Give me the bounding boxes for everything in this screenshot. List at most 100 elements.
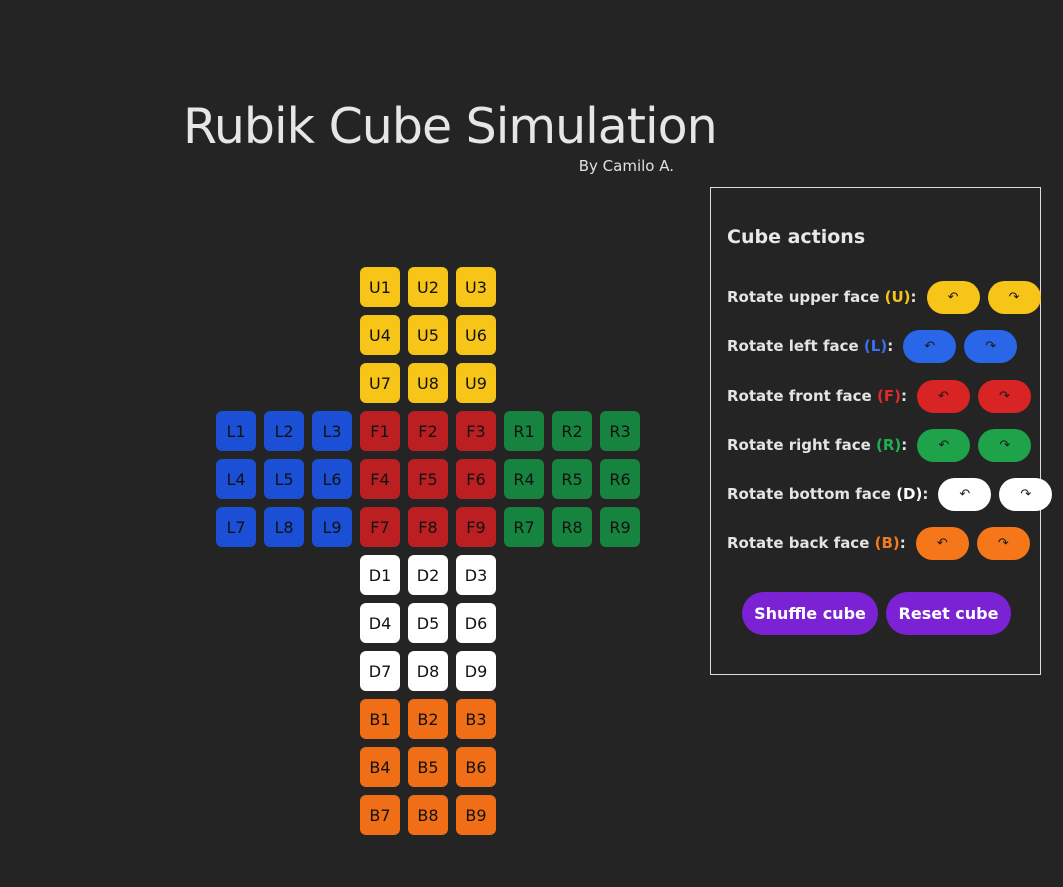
rotate-bottom-row: Rotate bottom face (D): ↶ ↷: [727, 477, 1053, 511]
rotate-left-label: Rotate left face (L):: [727, 337, 893, 355]
rotate-right-ccw-button[interactable]: ↶: [917, 428, 971, 462]
sticker-f5: F5: [408, 459, 448, 499]
sticker-f1: F1: [360, 411, 400, 451]
cube-actions-panel: Cube actions Rotate upper face (U): ↶ ↷ Rot…: [710, 187, 1053, 675]
sticker-u7: U7: [360, 363, 400, 403]
shuffle-cube-button[interactable]: Shuffle cube: [742, 592, 878, 635]
action-label-text: Rotate bottom face: [727, 485, 891, 503]
rotate-ccw-icon: ↶: [924, 338, 936, 354]
rotate-ccw-icon: ↶: [947, 289, 959, 305]
sticker-l8: L8: [264, 507, 304, 547]
sticker-r7: R7: [504, 507, 544, 547]
label-colon: :: [900, 387, 907, 405]
sticker-u4: U4: [360, 315, 400, 355]
rotate-left-row: Rotate left face (L): ↶ ↷: [727, 329, 1018, 363]
sticker-u3: U3: [456, 267, 496, 307]
rotate-front-label: Rotate front face (F):: [727, 387, 907, 405]
rotate-front-row: Rotate front face (F): ↶ ↷: [727, 379, 1031, 413]
rotate-upper-cw-button[interactable]: ↷: [987, 280, 1041, 314]
sticker-l9: L9: [312, 507, 352, 547]
rotate-right-label: Rotate right face (R):: [727, 436, 907, 454]
sticker-u5: U5: [408, 315, 448, 355]
sticker-b6: B6: [456, 747, 496, 787]
rotate-upper-ccw-button[interactable]: ↶: [926, 280, 980, 314]
sticker-l3: L3: [312, 411, 352, 451]
rotate-left-cw-button[interactable]: ↷: [964, 329, 1018, 363]
label-colon: :: [899, 534, 906, 552]
sticker-f2: F2: [408, 411, 448, 451]
sticker-b9: B9: [456, 795, 496, 835]
sticker-b3: B3: [456, 699, 496, 739]
sticker-d7: D7: [360, 651, 400, 691]
rotate-back-row: Rotate back face (B): ↶ ↷: [727, 526, 1030, 560]
sticker-b1: B1: [360, 699, 400, 739]
cube-net: U1 U2 U3 U4 U5 U6 U7 U8 U9 L1 L2 L3 L4 L5 L6 L7 L8 L9 F1 F2…: [216, 267, 640, 835]
action-label-text: Rotate back face: [727, 534, 870, 552]
face-code: (R): [876, 436, 902, 454]
reset-cube-button[interactable]: Reset cube: [886, 592, 1011, 635]
sticker-f3: F3: [456, 411, 496, 451]
face-code: (L): [863, 337, 888, 355]
panel-title: Cube actions: [727, 226, 866, 248]
sticker-d2: D2: [408, 555, 448, 595]
rotate-cw-icon: ↷: [985, 338, 997, 354]
sticker-d9: D9: [456, 651, 496, 691]
face-code: (F): [876, 387, 901, 405]
sticker-r3: R3: [600, 411, 640, 451]
action-label-text: Rotate right face: [727, 436, 871, 454]
sticker-u2: U2: [408, 267, 448, 307]
rotate-back-cw-button[interactable]: ↷: [976, 526, 1030, 560]
rotate-left-ccw-button[interactable]: ↶: [903, 329, 957, 363]
sticker-b5: B5: [408, 747, 448, 787]
sticker-l4: L4: [216, 459, 256, 499]
sticker-u9: U9: [456, 363, 496, 403]
author-byline: By Camilo A.: [578, 157, 674, 175]
rotate-ccw-icon: ↶: [937, 388, 949, 404]
face-code: (U): [884, 288, 911, 306]
sticker-r8: R8: [552, 507, 592, 547]
rotate-upper-row: Rotate upper face (U): ↶ ↷: [727, 280, 1041, 314]
action-label-text: Rotate front face: [727, 387, 872, 405]
sticker-d8: D8: [408, 651, 448, 691]
face-code: (B): [874, 534, 900, 552]
sticker-f4: F4: [360, 459, 400, 499]
sticker-r6: R6: [600, 459, 640, 499]
sticker-b2: B2: [408, 699, 448, 739]
sticker-r2: R2: [552, 411, 592, 451]
sticker-f9: F9: [456, 507, 496, 547]
action-label-text: Rotate left face: [727, 337, 859, 355]
sticker-u8: U8: [408, 363, 448, 403]
sticker-d6: D6: [456, 603, 496, 643]
sticker-r4: R4: [504, 459, 544, 499]
rotate-upper-label: Rotate upper face (U):: [727, 288, 917, 306]
rotate-ccw-icon: ↶: [936, 535, 948, 551]
rotate-front-cw-button[interactable]: ↷: [977, 379, 1031, 413]
rotate-bottom-ccw-button[interactable]: ↶: [938, 477, 992, 511]
sticker-b8: B8: [408, 795, 448, 835]
sticker-l1: L1: [216, 411, 256, 451]
rotate-bottom-label: Rotate bottom face (D):: [727, 485, 928, 503]
sticker-f8: F8: [408, 507, 448, 547]
sticker-d4: D4: [360, 603, 400, 643]
sticker-u6: U6: [456, 315, 496, 355]
rotate-front-ccw-button[interactable]: ↶: [916, 379, 970, 413]
sticker-d5: D5: [408, 603, 448, 643]
sticker-u1: U1: [360, 267, 400, 307]
label-colon: :: [922, 485, 929, 503]
sticker-b4: B4: [360, 747, 400, 787]
rotate-cw-icon: ↷: [1020, 486, 1032, 502]
rotate-bottom-cw-button[interactable]: ↷: [999, 477, 1053, 511]
sticker-d3: D3: [456, 555, 496, 595]
rotate-right-cw-button[interactable]: ↷: [978, 428, 1032, 462]
sticker-d1: D1: [360, 555, 400, 595]
sticker-l6: L6: [312, 459, 352, 499]
page-title: Rubik Cube Simulation: [183, 98, 718, 155]
sticker-l5: L5: [264, 459, 304, 499]
rotate-ccw-icon: ↶: [938, 437, 950, 453]
rotate-back-ccw-button[interactable]: ↶: [915, 526, 969, 560]
action-label-text: Rotate upper face: [727, 288, 880, 306]
label-colon: :: [901, 436, 908, 454]
rotate-ccw-icon: ↶: [959, 486, 971, 502]
rotate-right-row: Rotate right face (R): ↶ ↷: [727, 428, 1032, 462]
sticker-l7: L7: [216, 507, 256, 547]
